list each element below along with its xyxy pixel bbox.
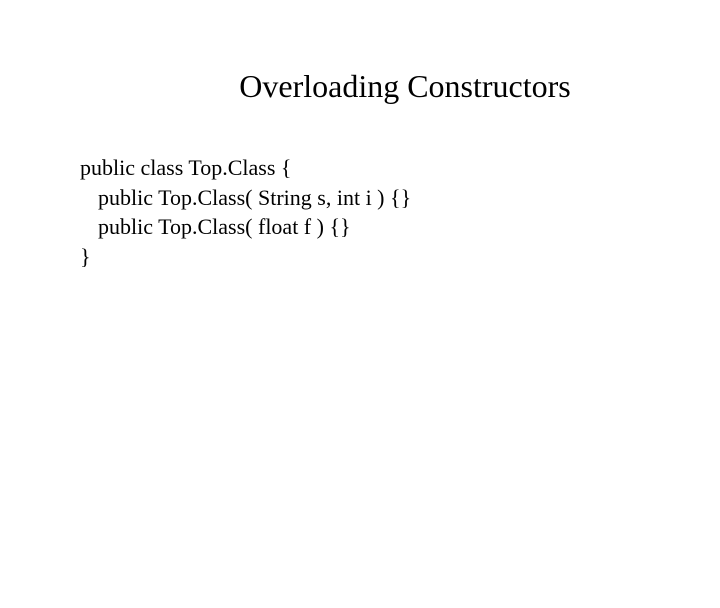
code-line: public class Top.Class { [80, 153, 720, 183]
code-line: public Top.Class( String s, int i ) {} [80, 183, 720, 213]
slide-title: Overloading Constructors [150, 68, 660, 105]
slide: Overloading Constructors public class To… [0, 68, 720, 608]
code-line: public Top.Class( float f ) {} [80, 212, 720, 242]
code-line: } [80, 242, 720, 272]
code-block: public class Top.Class { public Top.Clas… [80, 153, 720, 272]
